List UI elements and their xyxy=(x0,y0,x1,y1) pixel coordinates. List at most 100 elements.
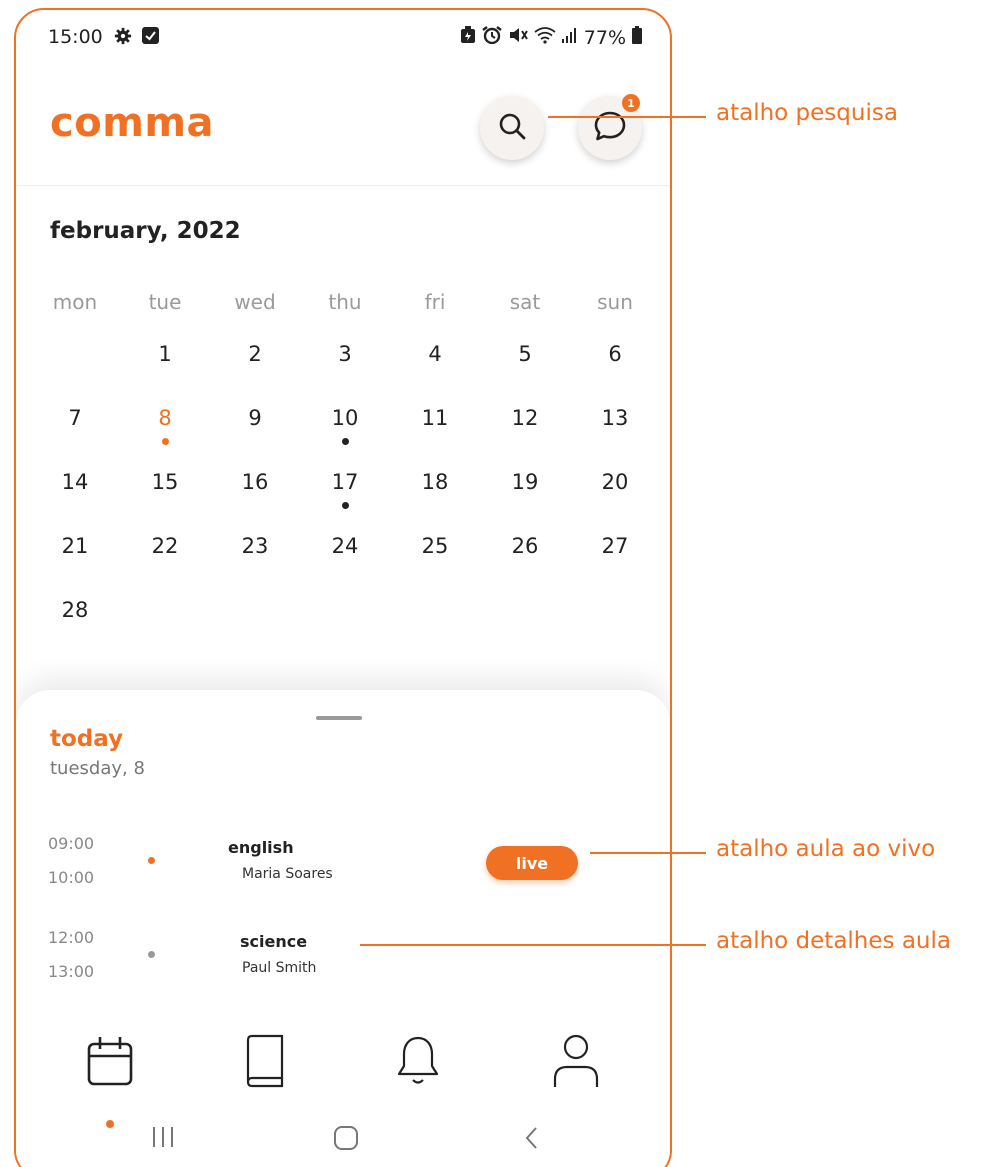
calendar-day[interactable]: 21 xyxy=(30,534,120,598)
calendar-day[interactable]: 7 xyxy=(30,406,120,470)
nav-profile[interactable] xyxy=(536,1028,616,1098)
lesson-start: 12:00 xyxy=(48,928,95,947)
day-number: 28 xyxy=(61,598,89,622)
lesson-teacher: Maria Soares xyxy=(242,866,333,882)
calendar-day[interactable]: 25 xyxy=(390,534,480,598)
search-icon xyxy=(497,111,527,145)
weekday-label: sat xyxy=(509,290,541,314)
phone-frame: 15:00 77% comma 1 february, 2022 mon tue… xyxy=(14,8,672,1167)
day-number: 18 xyxy=(421,470,449,494)
calendar-day[interactable]: 12 xyxy=(480,406,570,470)
bottom-navigation xyxy=(16,1028,670,1128)
calendar-empty-cell xyxy=(120,598,210,662)
calendar-day[interactable]: 3 xyxy=(300,342,390,406)
nav-notifications[interactable] xyxy=(378,1028,458,1098)
calendar-day[interactable]: 11 xyxy=(390,406,480,470)
signal-icon xyxy=(561,26,578,49)
calendar-day[interactable]: 27 xyxy=(570,534,660,598)
calendar-day[interactable]: 24 xyxy=(300,534,390,598)
lesson-row-science[interactable]: 12:00 13:00 science Paul Smith xyxy=(16,928,670,998)
notification-badge: 1 xyxy=(622,94,640,112)
calendar-day[interactable]: 18 xyxy=(390,470,480,534)
search-button[interactable] xyxy=(480,96,544,160)
calendar-day[interactable]: 26 xyxy=(480,534,570,598)
today-sheet[interactable]: today tuesday, 8 09:00 10:00 english Mar… xyxy=(16,690,670,1167)
lesson-status-dot xyxy=(148,951,155,958)
lesson-status-dot xyxy=(148,857,155,864)
calendar-day[interactable]: 20 xyxy=(570,470,660,534)
today-label: today xyxy=(50,726,124,752)
lesson-subject: science xyxy=(240,932,308,951)
bell-icon xyxy=(395,1034,441,1092)
weekday-header-row: mon tue wed thu fri sat sun xyxy=(30,290,660,314)
calendar-day[interactable]: 17 xyxy=(300,470,390,534)
calendar-day[interactable]: 5 xyxy=(480,342,570,406)
nav-calendar[interactable] xyxy=(70,1028,150,1098)
status-time: 15:00 xyxy=(48,26,103,48)
back-icon[interactable] xyxy=(522,1124,540,1156)
day-number: 11 xyxy=(421,406,449,430)
calendar-day[interactable]: 15 xyxy=(120,470,210,534)
calendar-day[interactable]: 13 xyxy=(570,406,660,470)
book-icon xyxy=(242,1034,286,1092)
lesson-start: 09:00 xyxy=(48,834,95,853)
calendar-day[interactable]: 19 xyxy=(480,470,570,534)
calendar-empty-cell xyxy=(210,598,300,662)
calendar-day[interactable]: 8 xyxy=(120,406,210,470)
calendar-day[interactable]: 2 xyxy=(210,342,300,406)
day-number: 12 xyxy=(511,406,539,430)
recent-apps-icon[interactable] xyxy=(150,1124,176,1154)
today-date: tuesday, 8 xyxy=(50,758,145,779)
calendar-day[interactable]: 6 xyxy=(570,342,660,406)
calendar-empty-cell xyxy=(30,342,120,406)
calendar-day[interactable]: 4 xyxy=(390,342,480,406)
day-number: 4 xyxy=(428,342,442,366)
day-number: 27 xyxy=(601,534,629,558)
messages-button[interactable]: 1 xyxy=(578,94,642,160)
calendar-empty-cell xyxy=(390,598,480,662)
weekday-label: fri xyxy=(424,290,446,314)
event-dot xyxy=(162,438,169,445)
day-number: 16 xyxy=(241,470,269,494)
weekday-label: thu xyxy=(328,290,362,314)
brand-logo: comma xyxy=(50,100,215,146)
calendar-day[interactable]: 16 xyxy=(210,470,300,534)
calendar-day[interactable]: 22 xyxy=(120,534,210,598)
day-number: 8 xyxy=(158,406,172,430)
calendar-empty-cell xyxy=(480,598,570,662)
annotation-details: atalho detalhes aula xyxy=(716,928,951,954)
day-number: 5 xyxy=(518,342,532,366)
app-header: comma 1 xyxy=(16,82,670,186)
day-number: 13 xyxy=(601,406,629,430)
status-bar: 15:00 77% xyxy=(16,10,670,68)
lesson-row-english[interactable]: 09:00 10:00 english Maria Soares live xyxy=(16,834,670,904)
annotation-live: atalho aula ao vivo xyxy=(716,836,936,862)
system-navigation xyxy=(16,1118,670,1167)
live-button[interactable]: live xyxy=(486,846,578,880)
calendar-day[interactable]: 14 xyxy=(30,470,120,534)
calendar-day[interactable]: 28 xyxy=(30,598,120,662)
calendar-day[interactable]: 23 xyxy=(210,534,300,598)
calendar-grid: 1 2 3 4 5 6 7 8 9 10 11 12 13 14 15 16 17 18 19 20 21 22 23 24 2… xyxy=(30,342,660,662)
annotation-line-search xyxy=(548,116,706,118)
nav-courses[interactable] xyxy=(224,1028,304,1098)
calendar-day[interactable]: 1 xyxy=(120,342,210,406)
home-icon[interactable] xyxy=(332,1124,360,1156)
calendar-empty-cell xyxy=(570,598,660,662)
day-number: 20 xyxy=(601,470,629,494)
calendar-day[interactable]: 9 xyxy=(210,406,300,470)
day-number: 15 xyxy=(151,470,179,494)
mute-icon xyxy=(508,26,528,49)
lesson-teacher: Paul Smith xyxy=(242,960,317,976)
profile-icon xyxy=(551,1033,601,1093)
drag-handle[interactable] xyxy=(316,716,362,720)
alarm-icon xyxy=(482,26,502,49)
weekday-label: tue xyxy=(148,290,182,314)
day-number: 19 xyxy=(511,470,539,494)
day-number: 22 xyxy=(151,534,179,558)
weekday-label: wed xyxy=(234,290,276,314)
event-dot xyxy=(342,502,349,509)
day-number: 7 xyxy=(68,406,82,430)
day-number: 21 xyxy=(61,534,89,558)
calendar-day[interactable]: 10 xyxy=(300,406,390,470)
